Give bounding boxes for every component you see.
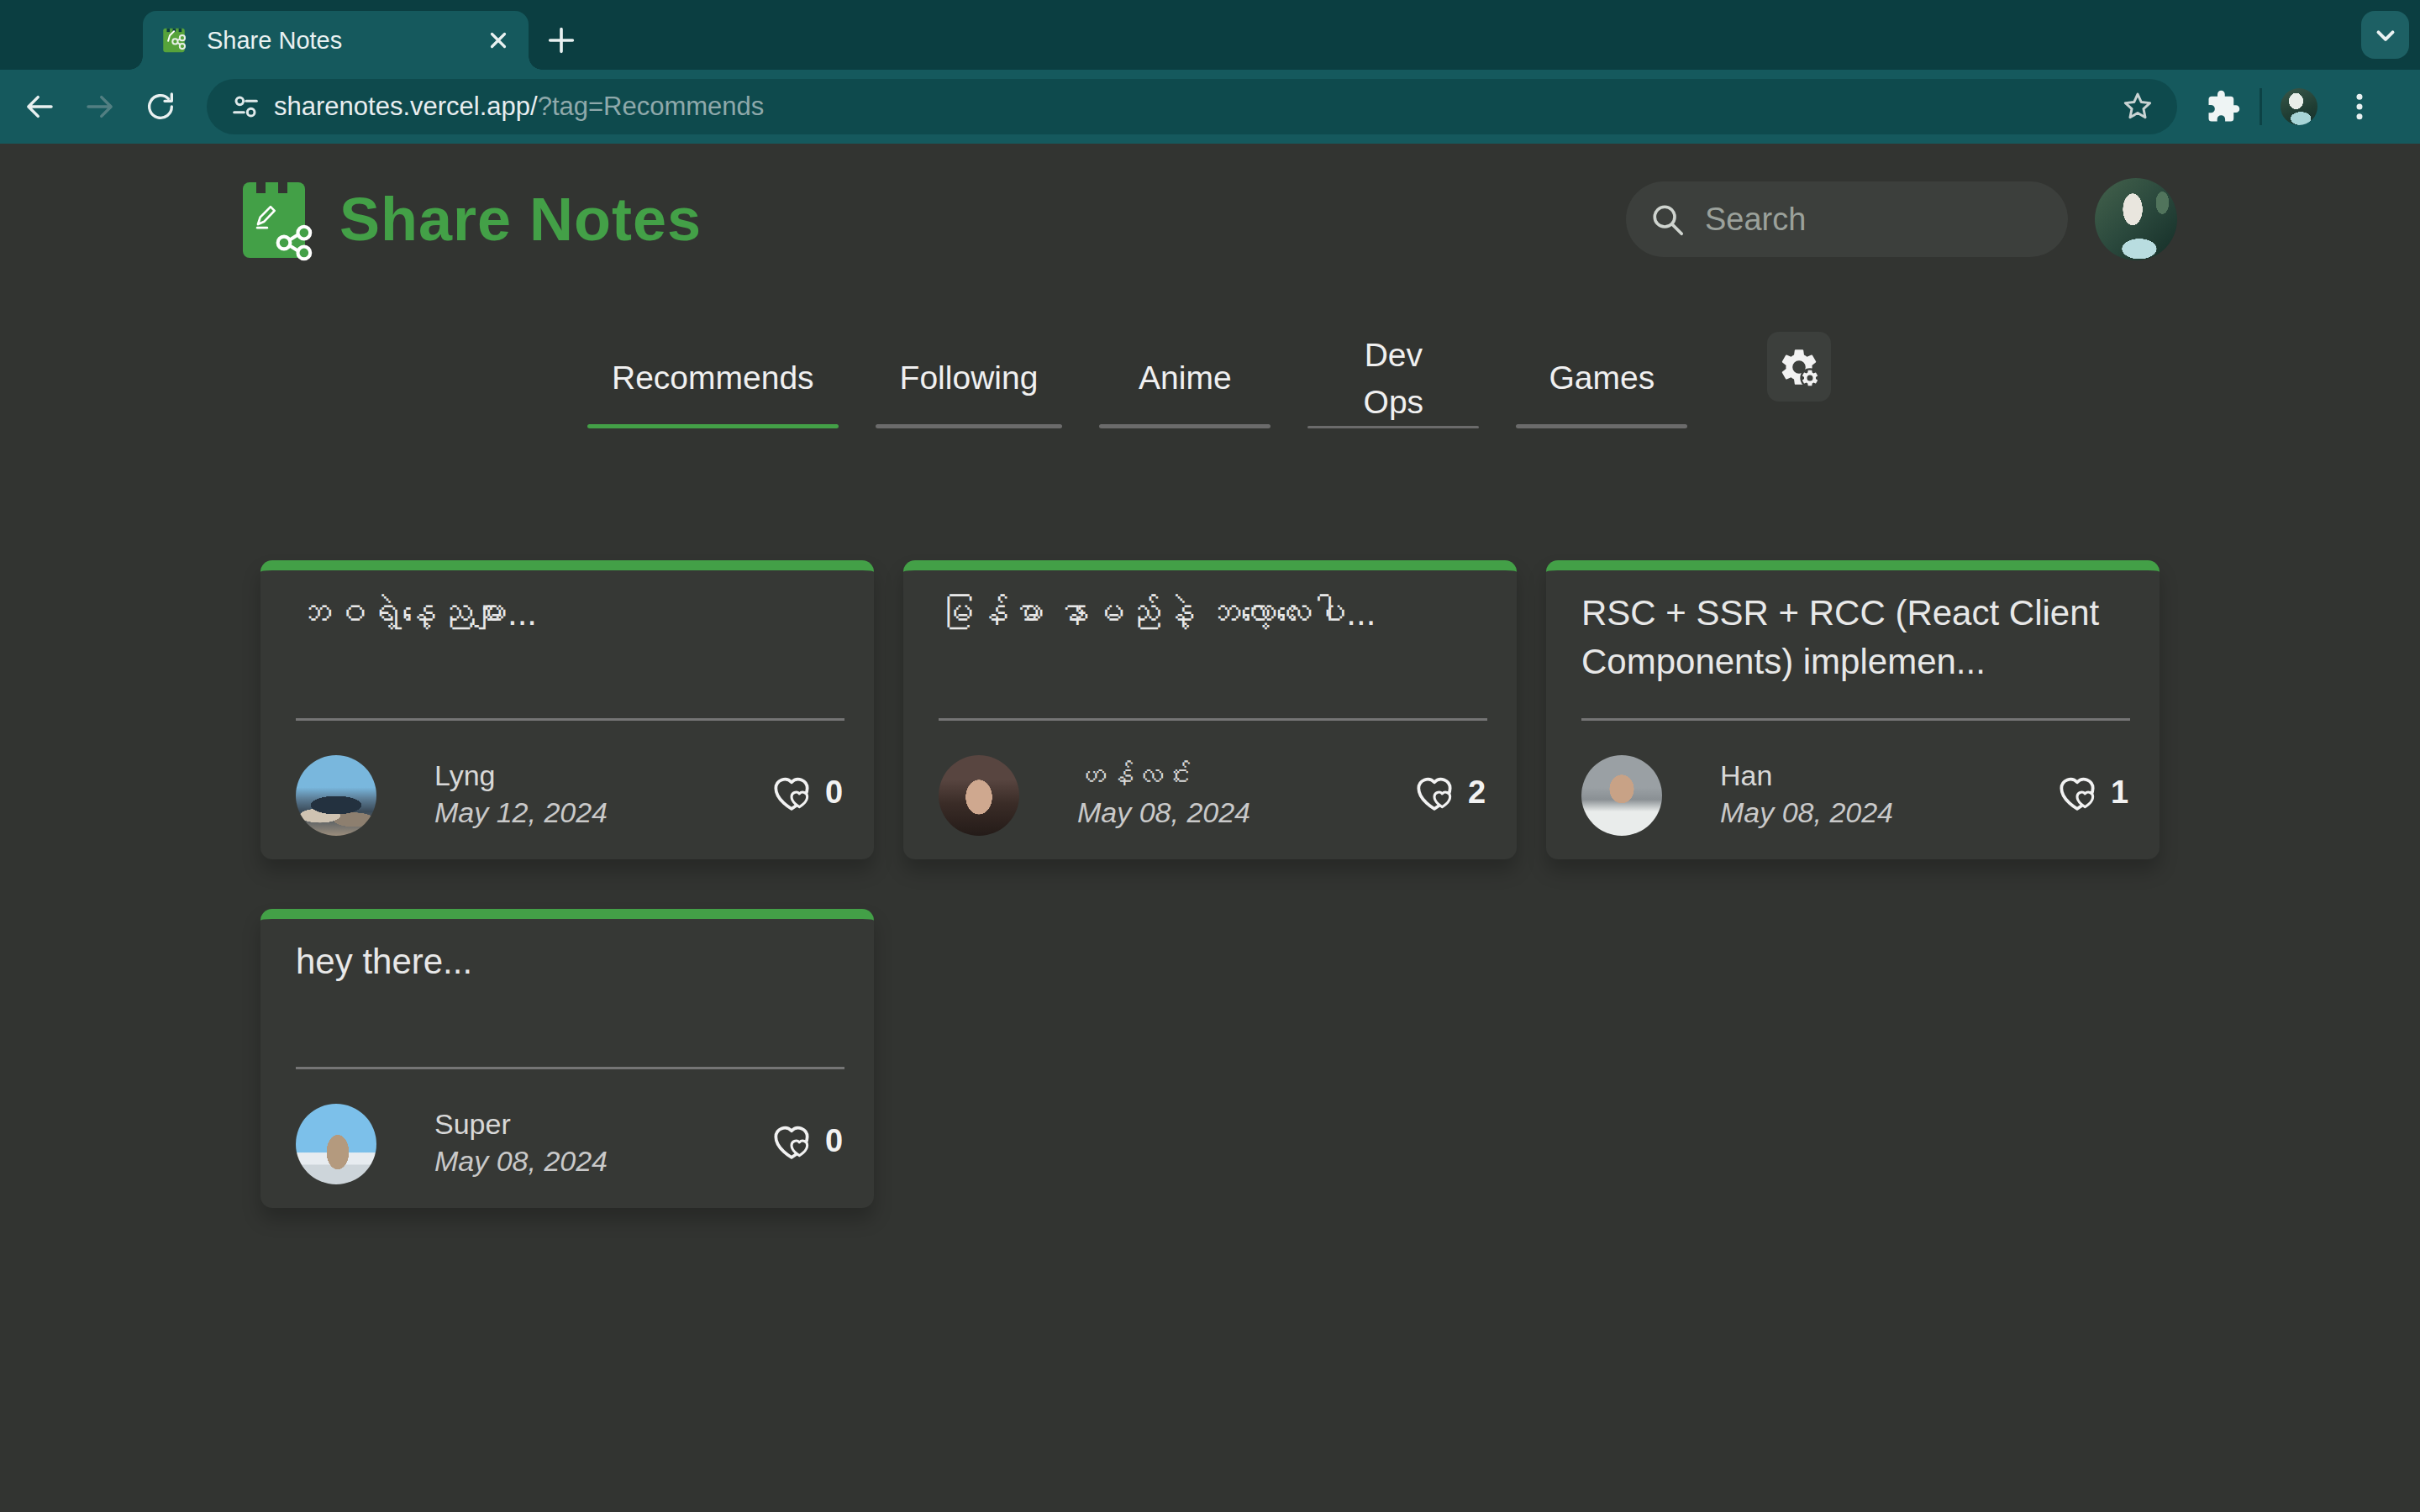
forward-button[interactable] bbox=[81, 89, 119, 124]
author-name: ဟန်လင်း bbox=[1077, 757, 1250, 794]
note-title: hey there... bbox=[296, 937, 840, 986]
like-count: 0 bbox=[815, 1123, 853, 1159]
user-avatar[interactable] bbox=[2095, 178, 2177, 260]
note-date: May 08, 2024 bbox=[1720, 794, 1893, 831]
author-name: Han bbox=[1720, 757, 1893, 794]
extensions-icon[interactable] bbox=[2206, 89, 2241, 124]
site-info-icon[interactable] bbox=[229, 90, 262, 123]
tab-following[interactable]: Following bbox=[876, 332, 1063, 428]
note-card[interactable]: ဘဝရဲ့နေ့ညများ... Lyng May 12, 2024 0 bbox=[260, 560, 874, 859]
author-avatar bbox=[296, 755, 376, 836]
like-count: 1 bbox=[2101, 774, 2139, 811]
back-button[interactable] bbox=[20, 89, 59, 124]
note-title: RSC + SSR + RCC (React Client Components… bbox=[1581, 589, 2126, 686]
note-date: May 12, 2024 bbox=[434, 794, 608, 831]
url-text: sharenotes.vercel.app/?tag=Recommends bbox=[274, 92, 2120, 122]
bookmark-star-icon[interactable] bbox=[2120, 89, 2155, 124]
like-heart-icon[interactable] bbox=[2054, 769, 2101, 816]
note-title: ဘဝရဲ့နေ့ညများ... bbox=[296, 589, 840, 638]
browser-tab[interactable]: Share Notes bbox=[143, 11, 529, 70]
author-avatar bbox=[1581, 755, 1662, 836]
profile-avatar[interactable] bbox=[2281, 88, 2317, 125]
note-date: May 08, 2024 bbox=[434, 1142, 608, 1179]
notes-grid: ဘဝရဲ့နေ့ညများ... Lyng May 12, 2024 0 မြန… bbox=[260, 560, 2160, 1208]
browser-tab-strip: Share Notes bbox=[0, 0, 2420, 70]
author-name: Lyng bbox=[434, 757, 608, 794]
note-card[interactable]: hey there... Super May 08, 2024 0 bbox=[260, 909, 874, 1208]
like-count: 2 bbox=[1458, 774, 1496, 811]
search-icon bbox=[1648, 200, 1686, 239]
sharenotes-logo-icon[interactable] bbox=[243, 182, 305, 258]
new-tab-button[interactable] bbox=[542, 21, 581, 60]
address-bar[interactable]: sharenotes.vercel.app/?tag=Recommends bbox=[207, 79, 2177, 134]
note-date: May 08, 2024 bbox=[1077, 794, 1250, 831]
like-heart-icon[interactable] bbox=[768, 769, 815, 816]
settings-button[interactable] bbox=[1767, 332, 1831, 402]
note-title: မြန်မာ နာမည်နဲ့ ဘလော့လေးပါ... bbox=[939, 589, 1483, 638]
search-bar[interactable]: Search bbox=[1626, 181, 2068, 257]
page-content: Share Notes Search Recommends Following … bbox=[0, 144, 2420, 1512]
browser-toolbar: sharenotes.vercel.app/?tag=Recommends bbox=[0, 70, 2420, 144]
toolbar-separator bbox=[2260, 88, 2262, 125]
tab-games[interactable]: Games bbox=[1516, 332, 1687, 428]
author-name: Super bbox=[434, 1105, 608, 1142]
note-card[interactable]: RSC + SSR + RCC (React Client Components… bbox=[1546, 560, 2160, 859]
like-count: 0 bbox=[815, 774, 853, 811]
tab-title: Share Notes bbox=[207, 27, 483, 55]
like-heart-icon[interactable] bbox=[768, 1117, 815, 1164]
author-avatar bbox=[939, 755, 1019, 836]
tab-search-button[interactable] bbox=[2361, 11, 2409, 59]
tab-dev-ops[interactable]: Dev Ops bbox=[1307, 332, 1479, 428]
site-favicon bbox=[160, 26, 188, 55]
search-placeholder: Search bbox=[1705, 202, 1806, 238]
category-tabs: Recommends Following Anime Dev Ops Games bbox=[587, 332, 1687, 428]
author-avatar bbox=[296, 1104, 376, 1184]
reload-button[interactable] bbox=[141, 90, 180, 123]
brand-title: Share Notes bbox=[339, 177, 702, 261]
tab-recommends[interactable]: Recommends bbox=[587, 332, 839, 428]
menu-dots-icon[interactable] bbox=[2343, 90, 2376, 123]
note-card[interactable]: မြန်မာ နာမည်နဲ့ ဘလော့လေးပါ... ဟန်လင်း Ma… bbox=[903, 560, 1517, 859]
tab-close-button[interactable] bbox=[483, 25, 513, 55]
like-heart-icon[interactable] bbox=[1411, 769, 1458, 816]
tab-anime[interactable]: Anime bbox=[1099, 332, 1270, 428]
